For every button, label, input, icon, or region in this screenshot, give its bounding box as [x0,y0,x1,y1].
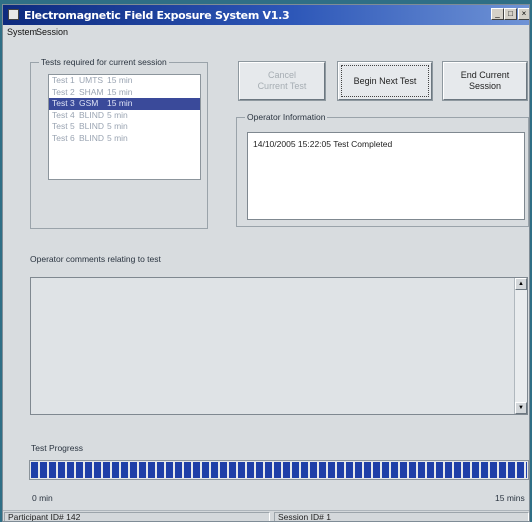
menu-session[interactable]: Session [36,27,68,37]
list-item[interactable]: Test 2 SHAM 15 min [49,87,200,99]
list-item-type: BLIND [79,132,105,143]
list-item[interactable]: Test 1 UMTS 15 min [49,75,200,87]
list-item-test: Test 6 [52,132,75,143]
list-item-test: Test 1 [52,75,75,85]
cancel-button-label: Cancel Current Test [257,70,307,91]
list-item-test: Test 5 [52,121,75,131]
begin-button-label: Begin Next Test [353,75,417,86]
close-button[interactable]: × [518,8,529,20]
operator-info-group: Operator Information 14/10/2005 15:22:05… [236,112,529,227]
list-item-test: Test 4 [52,109,75,120]
tests-listbox[interactable]: Test 1 UMTS 15 min Test 2 SHAM 15 min Test 3 GS… [48,74,201,180]
operator-comments-textarea[interactable]: ▲ ▼ [30,277,528,415]
operator-info-label: Operator Information [245,112,328,122]
list-item[interactable]: Test 5 BLIND 5 min [49,121,200,133]
begin-next-test-button[interactable]: Begin Next Test [338,62,432,100]
progress-min-label: 0 min [32,493,53,503]
menu-bar: System Session [3,25,529,39]
cancel-current-test-button[interactable]: Cancel Current Test [239,62,325,100]
app-icon [8,9,19,20]
list-item[interactable]: Test 4 BLIND 5 min [49,110,200,122]
list-item-duration: 15 min [107,98,133,108]
list-item[interactable]: Test 6 BLIND 5 min [49,133,200,145]
status-bar: Participant ID# 142 Session ID# 1 [3,510,529,521]
operator-info-box[interactable]: 14/10/2005 15:22:05 Test Completed [247,132,525,220]
list-item-duration: 5 min [107,121,128,131]
title-bar[interactable]: Electromagnetic Field Exposure System V1… [3,5,529,25]
list-item-type: SHAM [79,86,104,97]
participant-id-status: Participant ID# 142 [4,512,270,521]
progress-max-label: 15 mins [495,493,525,503]
list-item-duration: 5 min [107,109,128,120]
scroll-down-icon[interactable]: ▼ [515,402,527,414]
progress-label: Test Progress [31,443,83,453]
list-item-test: Test 2 [52,86,75,97]
session-id-status: Session ID# 1 [274,512,529,521]
end-button-label: End Current Session [460,70,510,91]
list-item-type: BLIND [79,121,105,131]
list-item-duration: 15 min [107,86,133,97]
progress-fill [31,462,527,478]
list-item-duration: 15 min [107,75,133,85]
list-item[interactable]: Test 3 GSM 15 min [49,98,200,110]
maximize-button[interactable]: □ [504,8,517,20]
list-item-type: GSM [79,98,99,108]
list-item-duration: 5 min [107,132,128,143]
menu-system[interactable]: System [7,27,37,37]
comments-label: Operator comments relating to test [30,254,161,264]
window-title: Electromagnetic Field Exposure System V1… [24,9,290,22]
tests-group-label: Tests required for current session [39,57,169,67]
list-item-test: Test 3 [52,98,75,108]
comments-scrollbar[interactable]: ▲ ▼ [514,278,527,414]
operator-info-text: 14/10/2005 15:22:05 Test Completed [253,139,393,149]
app-window: Electromagnetic Field Exposure System V1… [2,4,530,522]
list-item-type: UMTS [79,75,104,85]
list-item-type: BLIND [79,109,105,120]
scroll-up-icon[interactable]: ▲ [515,278,527,290]
minimize-button[interactable]: _ [491,8,504,20]
end-current-session-button[interactable]: End Current Session [443,62,527,100]
test-progress-bar [29,460,529,480]
tests-group: Tests required for current session Test … [30,57,208,229]
